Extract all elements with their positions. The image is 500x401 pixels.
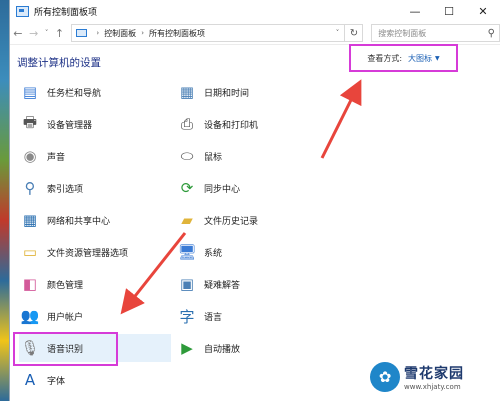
watermark-url: www.xhjaty.com (404, 383, 461, 391)
watermark: ✿ 雪花家园 www.xhjaty.com (370, 362, 464, 392)
watermark-logo-icon: ✿ (370, 362, 400, 392)
annotation-arrows (120, 79, 362, 315)
arrow-to-speech-recognition (120, 232, 187, 315)
watermark-name: 雪花家园 (404, 366, 464, 382)
arrow-to-view-selector (320, 79, 362, 159)
